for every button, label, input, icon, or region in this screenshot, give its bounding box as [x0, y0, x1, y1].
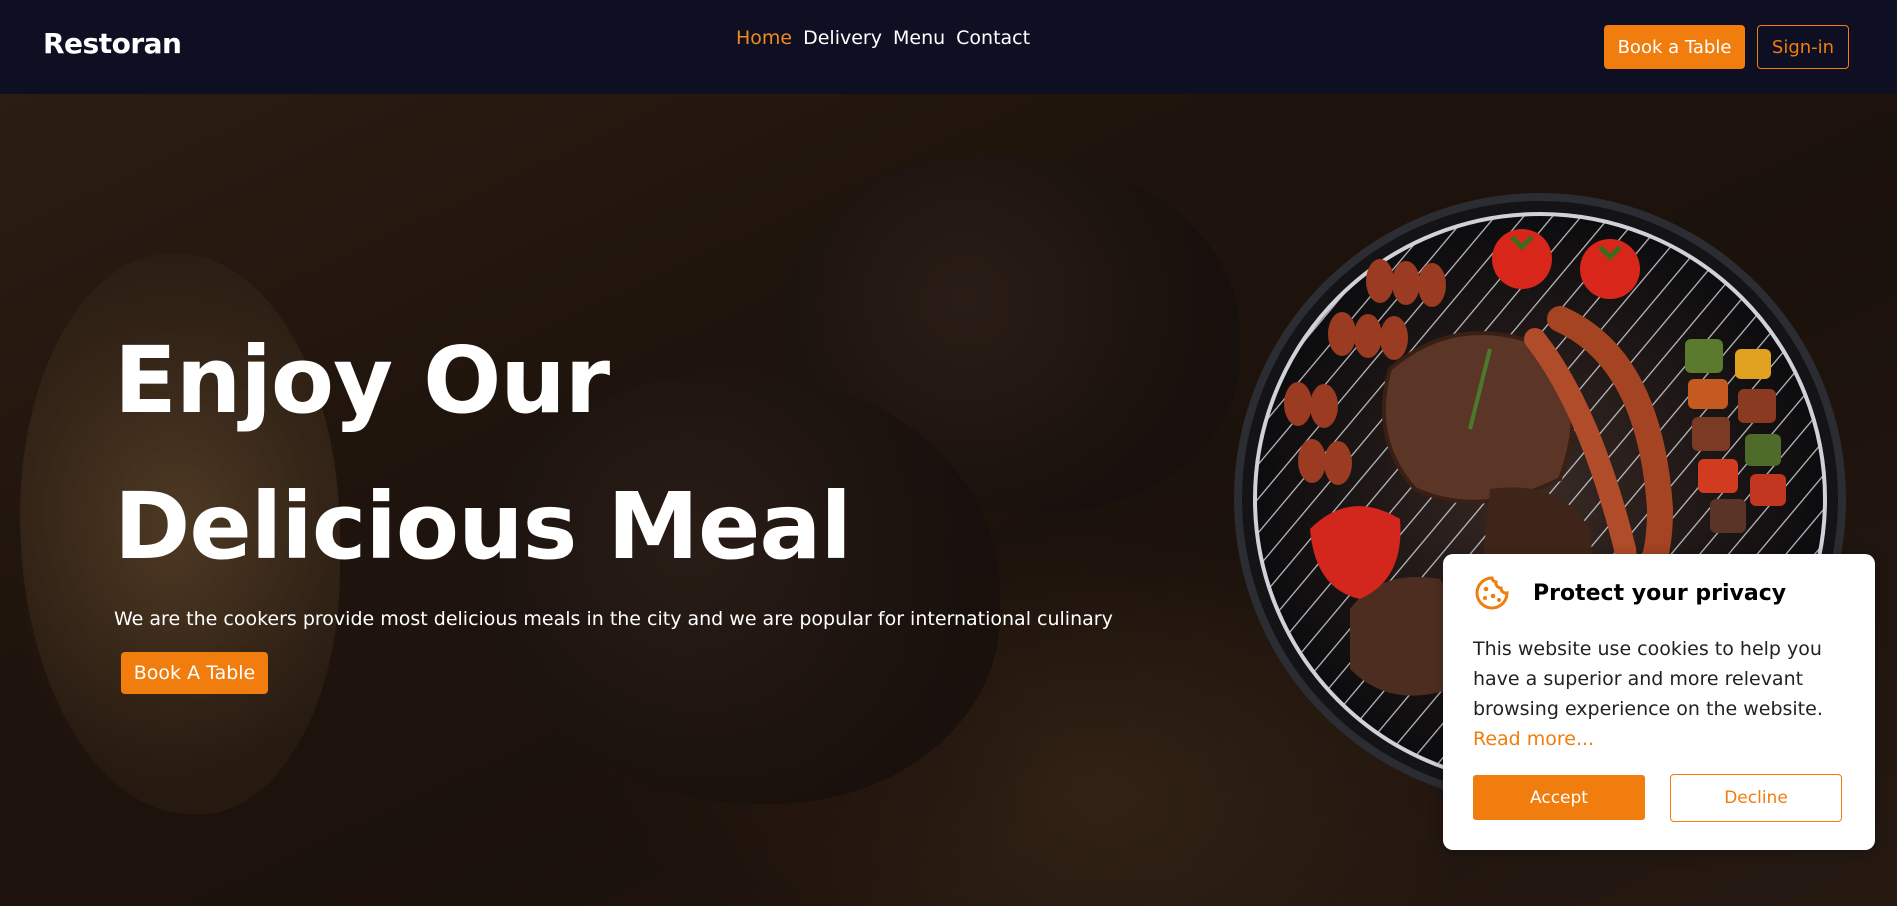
nav-link-menu[interactable]: Menu	[893, 27, 945, 49]
navbar: Restoran Home Delivery Menu Contact Book…	[0, 0, 1897, 94]
decline-button[interactable]: Decline	[1670, 774, 1842, 822]
brand-logo[interactable]: Restoran	[43, 27, 182, 60]
book-table-button[interactable]: Book a Table	[1604, 25, 1745, 69]
hero-title-line1: Enjoy Our	[114, 327, 610, 434]
hero-subtitle: We are the cookers provide most deliciou…	[114, 608, 1113, 630]
hero-book-table-button[interactable]: Book A Table	[121, 652, 268, 694]
nav-links: Home Delivery Menu Contact	[736, 27, 1030, 49]
cookie-banner-title: Protect your privacy	[1533, 581, 1787, 606]
cookie-banner-message: This website use cookies to help you hav…	[1473, 638, 1823, 720]
signin-button[interactable]: Sign-in	[1757, 25, 1849, 69]
nav-link-delivery[interactable]: Delivery	[803, 27, 882, 49]
hero-title-line2: Delicious Meal	[114, 473, 852, 580]
hero-content: Enjoy Our Delicious Meal We are the cook…	[114, 308, 1113, 694]
cookie-icon	[1475, 576, 1509, 610]
nav-link-home[interactable]: Home	[736, 27, 792, 49]
cookie-consent-banner: Protect your privacy This website use co…	[1443, 554, 1875, 850]
accept-button[interactable]: Accept	[1473, 775, 1645, 820]
hero-title: Enjoy Our Delicious Meal	[114, 308, 1014, 600]
nav-link-contact[interactable]: Contact	[956, 27, 1030, 49]
read-more-link[interactable]: Read more...	[1473, 728, 1594, 750]
cookie-banner-text: This website use cookies to help you hav…	[1473, 634, 1853, 754]
